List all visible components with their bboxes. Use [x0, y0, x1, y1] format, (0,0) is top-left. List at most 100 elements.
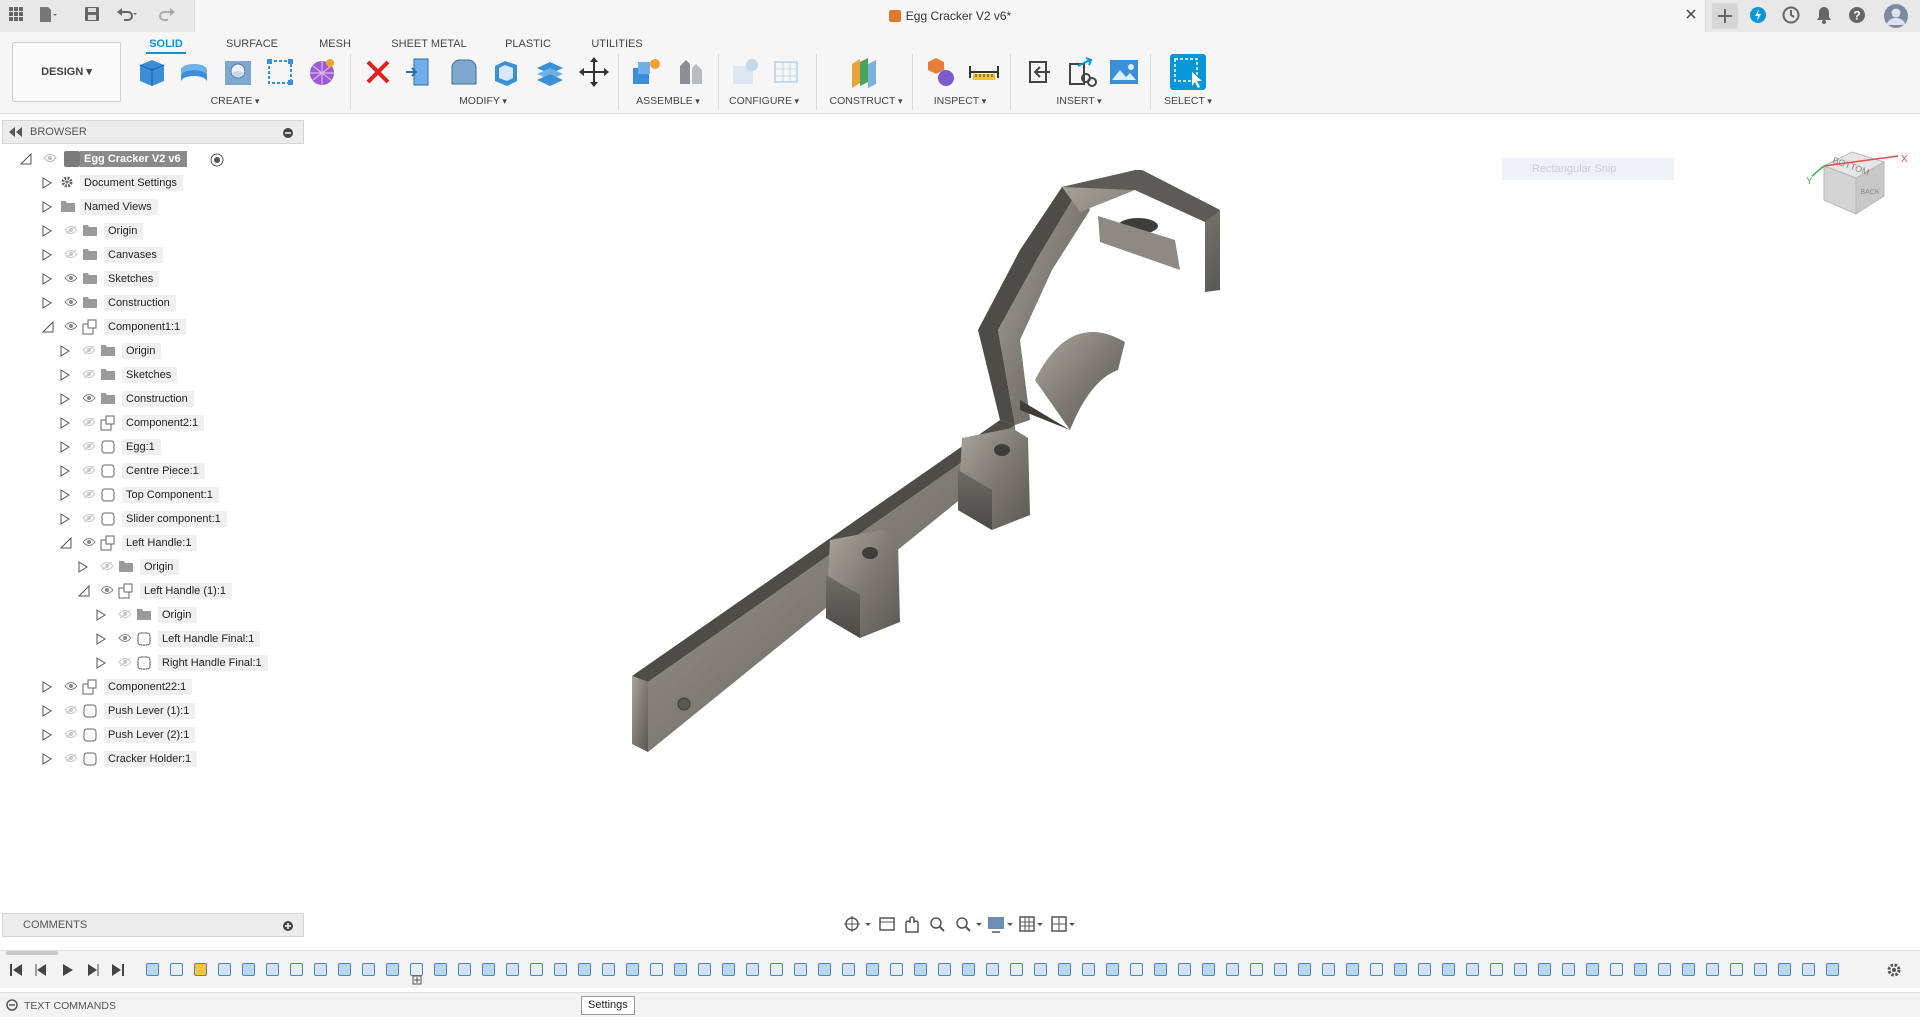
- browser-tree-item[interactable]: Right Handle Final:1: [0, 654, 300, 672]
- press-pull-button[interactable]: [404, 56, 436, 88]
- timeline-feature-icon[interactable]: [1802, 963, 1815, 976]
- inspect-group-label[interactable]: INSPECT: [932, 95, 988, 107]
- inspect-shapes-button[interactable]: [926, 56, 958, 88]
- timeline-feature-icon[interactable]: [1706, 963, 1719, 976]
- timeline-feature-icon[interactable]: [1274, 963, 1287, 976]
- collapsed-caret-icon[interactable]: [42, 273, 52, 285]
- zoom-icon[interactable]: [930, 917, 945, 932]
- close-tab-icon[interactable]: [1685, 8, 1699, 22]
- browser-tree-item[interactable]: Centre Piece:1: [0, 462, 300, 480]
- browser-tree-item[interactable]: Construction: [0, 294, 300, 312]
- browser-tree-item[interactable]: Egg:1: [0, 438, 300, 456]
- visibility-eye-icon[interactable]: [82, 393, 96, 405]
- browser-tree-item[interactable]: Top Component:1: [0, 486, 300, 504]
- extensions-icon[interactable]: [1748, 6, 1768, 26]
- timeline-feature-icon[interactable]: [170, 963, 183, 976]
- grid-menu-icon[interactable]: [6, 6, 26, 26]
- browser-tree-item[interactable]: Cracker Holder:1: [0, 750, 300, 768]
- timeline-feature-icon[interactable]: [1730, 963, 1743, 976]
- timeline-feature-icon[interactable]: [458, 963, 471, 976]
- text-commands-toggle-icon[interactable]: [6, 999, 18, 1014]
- hidden-eye-icon[interactable]: [64, 705, 78, 717]
- timeline-feature-icon[interactable]: [770, 963, 783, 976]
- timeline-settings-icon[interactable]: [1885, 961, 1903, 982]
- step-forward-icon[interactable]: [88, 964, 99, 976]
- notifications-icon[interactable]: [1814, 6, 1834, 26]
- timeline-feature-icon[interactable]: [1034, 963, 1047, 976]
- hidden-eye-icon[interactable]: [82, 465, 96, 477]
- collapsed-caret-icon[interactable]: [60, 345, 70, 357]
- hidden-eye-icon[interactable]: [82, 369, 96, 381]
- timeline-feature-icon[interactable]: [1538, 963, 1551, 976]
- sketch-button[interactable]: [264, 56, 296, 88]
- collapsed-caret-icon[interactable]: [60, 441, 70, 453]
- timeline-feature-icon[interactable]: [818, 963, 831, 976]
- timeline-feature-icon[interactable]: [1298, 963, 1311, 976]
- timeline-feature-icon[interactable]: [506, 963, 519, 976]
- display-settings-icon[interactable]: [988, 917, 1013, 933]
- visibility-eye-icon[interactable]: [64, 681, 78, 693]
- collapsed-caret-icon[interactable]: [42, 705, 52, 717]
- construct-group-label[interactable]: CONSTRUCT: [828, 95, 904, 107]
- timeline-feature-icon[interactable]: [1490, 963, 1503, 976]
- collapsed-caret-icon[interactable]: [42, 177, 52, 189]
- hidden-eye-icon[interactable]: [118, 657, 132, 669]
- add-comment-icon[interactable]: [283, 921, 293, 934]
- timeline-feature-icon[interactable]: [962, 963, 975, 976]
- browser-tree-item[interactable]: Component22:1: [0, 678, 300, 696]
- insert-group-label[interactable]: INSERT: [1050, 95, 1108, 107]
- collapsed-caret-icon[interactable]: [96, 657, 106, 669]
- collapse-panel-icon[interactable]: [9, 127, 23, 140]
- step-back-icon[interactable]: [35, 964, 46, 976]
- visibility-eye-icon[interactable]: [118, 633, 132, 645]
- look-at-icon[interactable]: [879, 917, 895, 931]
- timeline-feature-icon[interactable]: [1322, 963, 1335, 976]
- tab-sheet-metal[interactable]: SHEET METAL: [390, 34, 468, 54]
- collapsed-caret-icon[interactable]: [42, 297, 52, 309]
- activate-radio-icon[interactable]: [210, 153, 224, 170]
- fillet-button[interactable]: [448, 56, 480, 88]
- collapsed-caret-icon[interactable]: [42, 753, 52, 765]
- timeline-feature-icon[interactable]: [914, 963, 927, 976]
- browser-tree-item[interactable]: Origin: [0, 558, 300, 576]
- browser-tree-item[interactable]: Slider component:1: [0, 510, 300, 528]
- collapsed-caret-icon[interactable]: [96, 633, 106, 645]
- browser-tree-item[interactable]: Construction: [0, 390, 300, 408]
- visibility-eye-icon[interactable]: [100, 585, 114, 597]
- expanded-caret-icon[interactable]: [41, 320, 54, 333]
- browser-tree-item[interactable]: Origin: [0, 222, 300, 240]
- collapsed-caret-icon[interactable]: [60, 465, 70, 477]
- hidden-eye-icon[interactable]: [82, 489, 96, 501]
- collapsed-caret-icon[interactable]: [60, 393, 70, 405]
- browser-tree-item[interactable]: Left Handle Final:1: [0, 630, 300, 648]
- timeline-feature-icon[interactable]: [1658, 963, 1671, 976]
- collapsed-caret-icon[interactable]: [42, 729, 52, 741]
- browser-options-icon[interactable]: [283, 128, 293, 141]
- tab-solid[interactable]: SOLID: [146, 34, 186, 54]
- browser-tree-item[interactable]: Component2:1: [0, 414, 300, 432]
- collapsed-caret-icon[interactable]: [60, 417, 70, 429]
- timeline-feature-icon[interactable]: [890, 963, 903, 976]
- timeline-feature-icon[interactable]: [1514, 963, 1527, 976]
- timeline-feature-icon[interactable]: [986, 963, 999, 976]
- select-group-label[interactable]: SELECT: [1160, 95, 1216, 107]
- timeline-feature-icon[interactable]: [1058, 963, 1071, 976]
- extrude-button[interactable]: [178, 56, 210, 88]
- collapsed-caret-icon[interactable]: [60, 489, 70, 501]
- timeline-feature-icon[interactable]: [1082, 963, 1095, 976]
- timeline-feature-icon[interactable]: [194, 963, 207, 976]
- job-status-icon[interactable]: [1781, 6, 1801, 26]
- expanded-caret-icon[interactable]: [59, 536, 72, 549]
- browser-tree-item[interactable]: Named Views: [0, 198, 300, 216]
- timeline-feature-icon[interactable]: [722, 963, 735, 976]
- browser-tree-item[interactable]: Component1:1: [0, 318, 300, 336]
- insert-derive-button[interactable]: [1024, 56, 1056, 88]
- timeline-feature-icon[interactable]: [746, 963, 759, 976]
- timeline-feature-icon[interactable]: [1106, 963, 1119, 976]
- collapsed-caret-icon[interactable]: [42, 225, 52, 237]
- timeline-feature-icon[interactable]: [314, 963, 327, 976]
- file-menu-icon[interactable]: [38, 6, 58, 26]
- browser-tree-item[interactable]: Canvases: [0, 246, 300, 264]
- create-group-label[interactable]: CREATE: [210, 95, 260, 107]
- assemble-group-label[interactable]: ASSEMBLE: [634, 95, 702, 107]
